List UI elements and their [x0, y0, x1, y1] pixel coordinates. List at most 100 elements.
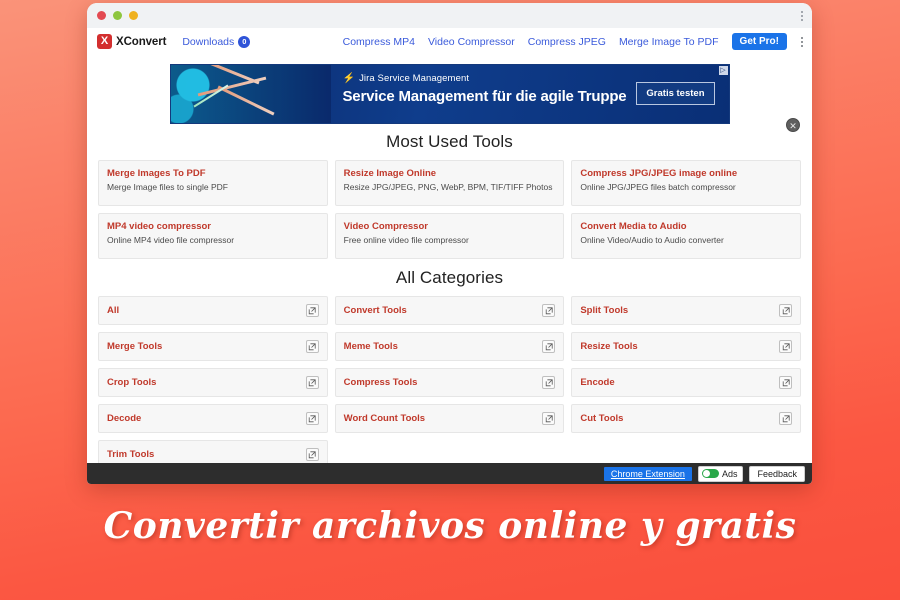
- window-traffic-lights: [97, 11, 138, 20]
- tool-card[interactable]: Resize Image Online Resize JPG/JPEG, PNG…: [334, 160, 565, 206]
- category-label: Crop Tools: [107, 377, 157, 388]
- page-caption: Convertir archivos online y gratis: [103, 505, 797, 547]
- category-card-compress-tools[interactable]: Compress Tools: [334, 368, 565, 397]
- tool-title: Resize Image Online: [343, 168, 437, 179]
- tool-title: MP4 video compressor: [107, 221, 212, 232]
- category-card-word-count-tools[interactable]: Word Count Tools: [334, 404, 565, 433]
- browser-titlebar: [87, 3, 812, 28]
- site-navbar: X XConvert Downloads 0 Compress MP4 Vide…: [87, 28, 812, 56]
- all-categories-title: All Categories: [395, 268, 504, 287]
- external-link-icon: [779, 304, 792, 317]
- tool-title: Video Compressor: [343, 221, 428, 232]
- page-content: ⚡ Jira Service Management Service Manage…: [87, 56, 812, 484]
- browser-window: X XConvert Downloads 0 Compress MP4 Vide…: [87, 3, 812, 484]
- feedback-button[interactable]: Feedback: [749, 465, 805, 482]
- ad-artwork: [170, 65, 331, 123]
- tool-description: Free online video file compressor: [343, 235, 469, 245]
- external-link-icon: [305, 340, 319, 353]
- nav-link-video-compressor[interactable]: Video Compressor: [428, 36, 515, 48]
- ad-copy: ⚡ Jira Service Management Service Manage…: [343, 73, 627, 105]
- ad-banner[interactable]: ⚡ Jira Service Management Service Manage…: [169, 64, 730, 124]
- minimize-window-button[interactable]: [129, 11, 138, 20]
- category-card-resize-tools[interactable]: Resize Tools: [571, 332, 801, 361]
- all-categories-grid: All Convert Tools Split Tools Merge Tool…: [87, 296, 812, 469]
- titlebar-kebab-menu-icon[interactable]: [801, 10, 803, 21]
- category-label: Decode: [107, 413, 142, 424]
- nav-link-compress-jpeg[interactable]: Compress JPEG: [528, 36, 606, 48]
- site-logo[interactable]: X XConvert: [97, 34, 166, 49]
- tool-description: Online JPG/JPEG files batch compressor: [580, 182, 736, 192]
- nav-downloads-label: Downloads: [182, 35, 235, 48]
- nav-kebab-menu-icon[interactable]: [800, 35, 804, 49]
- ad-headline: Service Management für die agile Truppe: [342, 88, 627, 105]
- tool-title: Convert Media to Audio: [580, 221, 687, 232]
- ad-close-icon[interactable]: ✕: [786, 118, 800, 132]
- tool-description: Merge Image files to single PDF: [107, 182, 228, 192]
- tool-description: Resize JPG/JPEG, PNG, WebP, BPM, TIF/TIF…: [343, 182, 553, 192]
- external-link-icon: [305, 304, 319, 317]
- category-card-convert-tools[interactable]: Convert Tools: [334, 296, 565, 325]
- category-label: Resize Tools: [580, 341, 638, 352]
- nav-downloads[interactable]: Downloads 0: [182, 35, 251, 48]
- category-card-encode[interactable]: Encode: [571, 368, 801, 397]
- brand-name: XConvert: [116, 35, 167, 48]
- ad-region: ⚡ Jira Service Management Service Manage…: [87, 56, 812, 132]
- category-label: Split Tools: [580, 305, 629, 316]
- most-used-tools-title: Most Used Tools: [386, 132, 513, 151]
- nav-link-merge-image-to-pdf[interactable]: Merge Image To PDF: [619, 36, 719, 48]
- ad-brand-line: ⚡ Jira Service Management: [343, 73, 627, 84]
- maximize-window-button[interactable]: [113, 11, 122, 20]
- nav-link-compress-mp4[interactable]: Compress MP4: [343, 36, 415, 48]
- category-label: Word Count Tools: [343, 413, 426, 424]
- most-used-tools-grid: Merge Images To PDF Merge Image files to…: [87, 160, 812, 259]
- external-link-icon: [779, 376, 792, 389]
- category-card-crop-tools[interactable]: Crop Tools: [98, 368, 328, 397]
- tool-description: Online MP4 video file compressor: [107, 235, 235, 245]
- external-link-icon: [542, 304, 556, 317]
- external-link-icon: [779, 340, 792, 353]
- close-window-button[interactable]: [97, 11, 106, 20]
- bottom-toolbar: Chrome Extension Ads Feedback: [87, 463, 812, 484]
- category-label: Cut Tools: [580, 413, 624, 424]
- tool-card[interactable]: MP4 video compressor Online MP4 video fi…: [98, 213, 328, 259]
- category-card-meme-tools[interactable]: Meme Tools: [334, 332, 565, 361]
- category-label: Encode: [580, 377, 615, 388]
- category-card-split-tools[interactable]: Split Tools: [571, 296, 801, 325]
- nav-links: Compress MP4 Video Compressor Compress J…: [343, 33, 804, 50]
- category-label: Convert Tools: [343, 305, 407, 316]
- external-link-icon: [305, 412, 319, 425]
- ad-info-icon[interactable]: ▷: [718, 66, 728, 75]
- external-link-icon: [305, 376, 319, 389]
- ads-toggle-switch[interactable]: [701, 469, 719, 478]
- category-card-decode[interactable]: Decode: [98, 404, 328, 433]
- ad-cta-button[interactable]: Gratis testen: [636, 82, 715, 105]
- category-label: Trim Tools: [107, 449, 155, 460]
- category-label: All: [107, 305, 120, 316]
- tool-card[interactable]: Video Compressor Free online video file …: [334, 213, 565, 259]
- tool-card[interactable]: Compress JPG/JPEG image online Online JP…: [571, 160, 801, 206]
- category-label: Compress Tools: [343, 377, 418, 388]
- ads-toggle-label: Ads: [721, 468, 738, 479]
- tool-title: Compress JPG/JPEG image online: [580, 168, 738, 179]
- lightning-bolt-icon: ⚡: [342, 73, 356, 84]
- tool-card[interactable]: Convert Media to Audio Online Video/Audi…: [571, 213, 801, 259]
- chrome-extension-link[interactable]: Chrome Extension: [603, 466, 692, 481]
- downloads-count-badge: 0: [238, 35, 251, 48]
- external-link-icon: [305, 448, 319, 461]
- external-link-icon: [542, 412, 556, 425]
- category-label: Meme Tools: [343, 341, 398, 352]
- category-card-cut-tools[interactable]: Cut Tools: [571, 404, 801, 433]
- get-pro-button[interactable]: Get Pro!: [731, 33, 787, 50]
- external-link-icon: [779, 412, 792, 425]
- tool-title: Merge Images To PDF: [107, 168, 206, 179]
- tool-description: Online Video/Audio to Audio converter: [580, 235, 724, 245]
- x-logo-icon: X: [97, 34, 112, 49]
- ad-brand: Jira Service Management: [359, 73, 470, 84]
- external-link-icon: [542, 376, 556, 389]
- category-card-all[interactable]: All: [98, 296, 328, 325]
- category-card-merge-tools[interactable]: Merge Tools: [98, 332, 328, 361]
- tool-card[interactable]: Merge Images To PDF Merge Image files to…: [98, 160, 328, 206]
- ads-toggle[interactable]: Ads: [697, 465, 744, 482]
- external-link-icon: [542, 340, 556, 353]
- category-label: Merge Tools: [107, 341, 163, 352]
